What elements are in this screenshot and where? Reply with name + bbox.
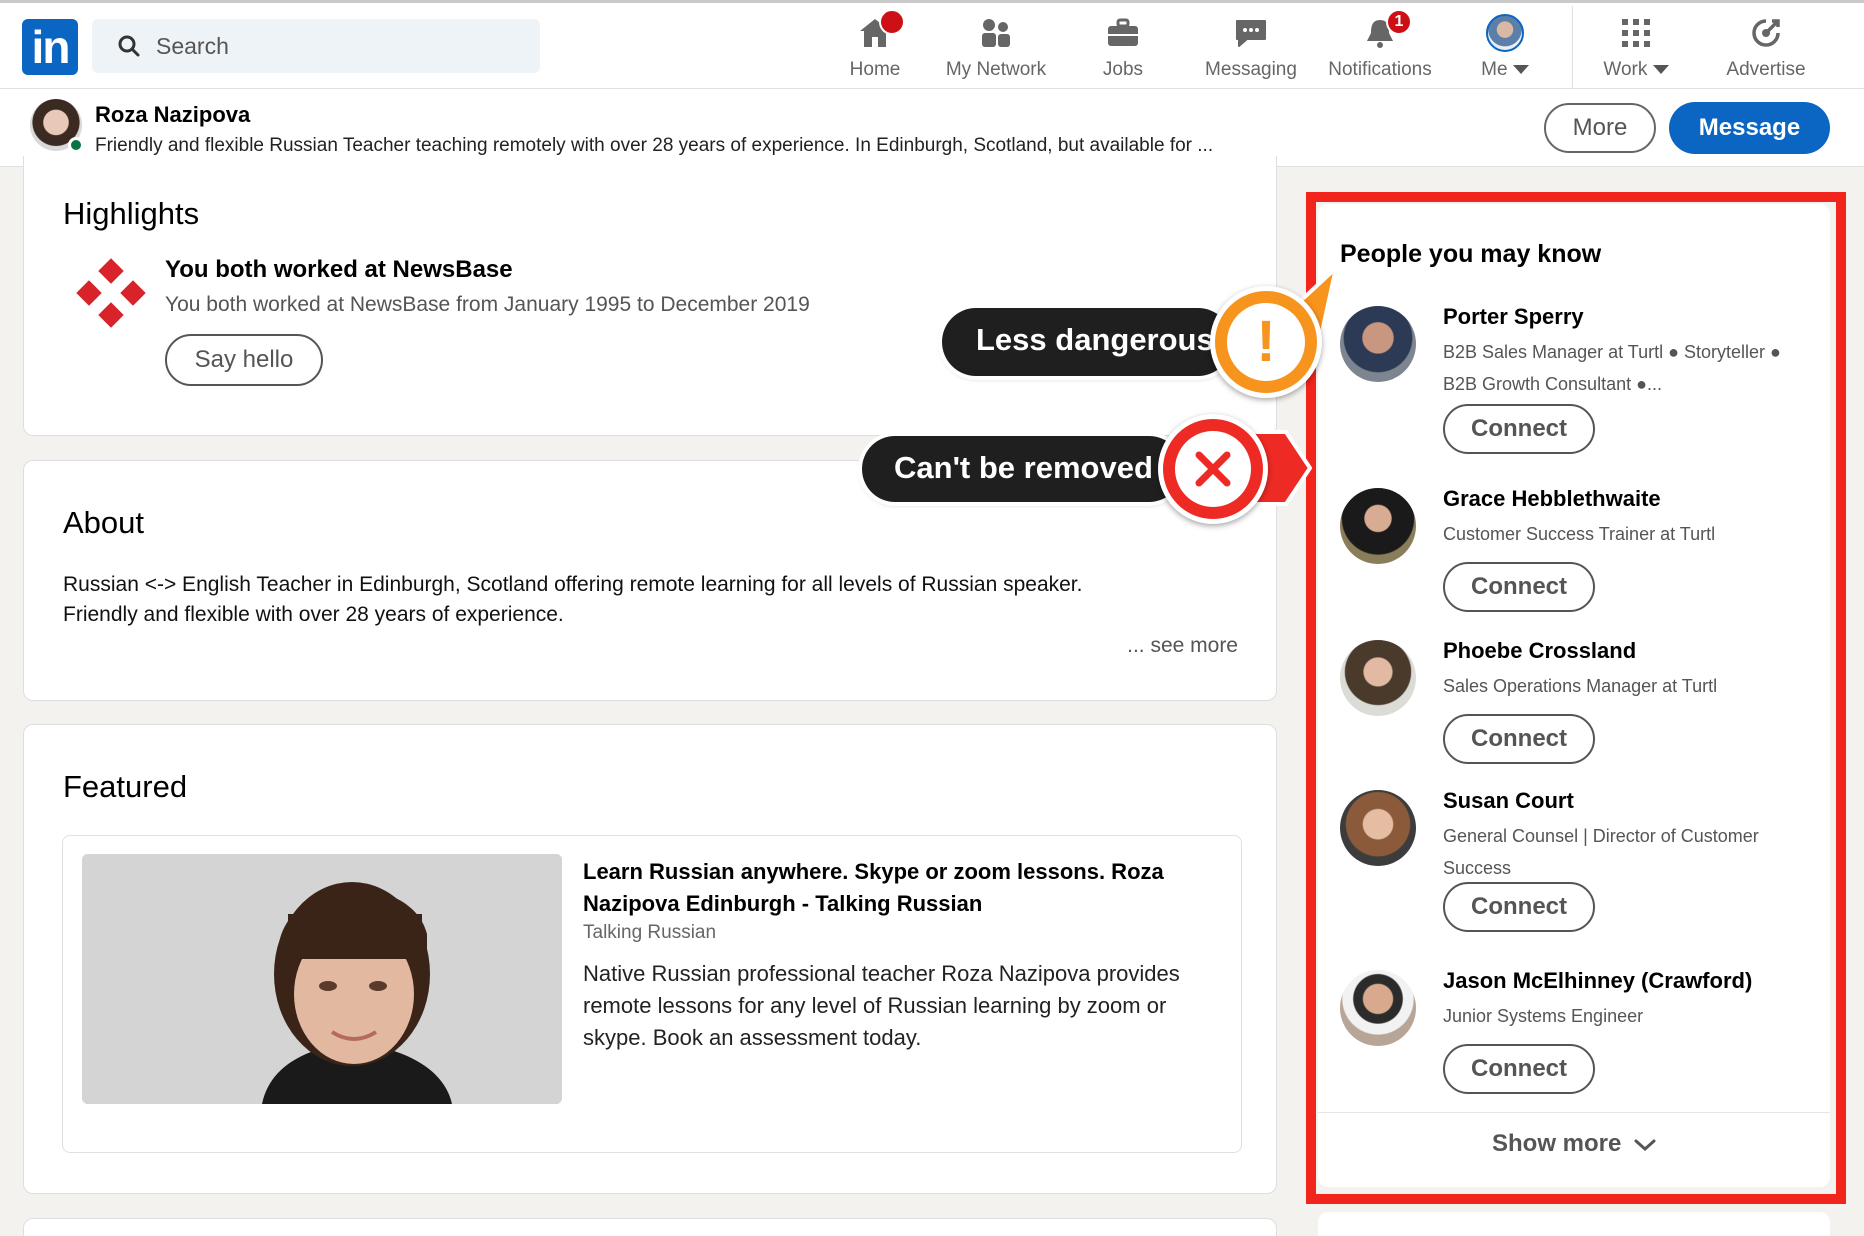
messaging-icon [1236,20,1266,47]
featured-card: Featured Learn Russian anywhere. Skype o… [23,724,1277,1194]
nav-messaging[interactable]: Messaging [1200,11,1302,87]
close-icon [1158,414,1268,524]
highlight-frame [1306,192,1846,1204]
next-sidebar-card [1318,1212,1830,1236]
online-status-dot [68,137,84,153]
about-line: Friendly and flexible with over 28 years… [63,603,564,626]
about-text: Russian <-> English Teacher in Edinburgh… [63,570,1263,630]
featured-item[interactable]: Learn Russian anywhere. Skype or zoom le… [62,835,1242,1153]
profile-headline: Friendly and flexible Russian Teacher te… [95,135,1214,156]
nav-label: My Network [945,59,1047,80]
featured-title[interactable]: Learn Russian anywhere. Skype or zoom le… [583,856,1223,920]
featured-image [82,854,562,1104]
nav-home[interactable]: Home [835,9,915,87]
about-line: Russian <-> English Teacher in Edinburgh… [63,573,1083,596]
say-hello-button[interactable]: Say hello [165,334,323,386]
grid-icon [1622,19,1650,47]
nav-work[interactable]: Work [1596,11,1676,87]
network-icon [982,19,1010,47]
featured-description: Native Russian professional teacher Roza… [583,961,1180,1050]
chevron-down-icon [1512,65,1529,75]
more-button[interactable]: More [1544,103,1656,153]
next-card [23,1218,1277,1236]
nav-label: Advertise [1726,59,1806,80]
nav-jobs[interactable]: Jobs [1083,11,1163,87]
nav-me[interactable]: Me [1470,11,1540,87]
search-icon [118,35,140,57]
see-more-link[interactable]: ... see more [1127,634,1238,658]
nav-label: Home [849,59,901,80]
search-input[interactable] [156,19,516,73]
warning-callout-label: Less dangerous [976,322,1214,357]
nav-advertise[interactable]: Advertise [1716,11,1816,87]
highlight-subtitle: You both worked at NewsBase from January… [165,293,810,316]
newsbase-logo [76,258,146,328]
nav-label: Me [1481,59,1508,80]
section-title: About [63,505,145,540]
error-callout: Can't be removed [862,436,1182,502]
top-navigation: in Home My Network Jobs Messaging 1 Noti… [0,0,1864,89]
advertise-icon [1752,19,1780,47]
warning-icon: ! [1210,286,1322,398]
nav-label: Work [1603,59,1648,80]
warning-callout: Less dangerous [942,308,1232,376]
error-callout-label: Can't be removed [894,450,1153,485]
search-box[interactable] [92,19,540,73]
portrait-illustration [82,854,562,1104]
section-title: Highlights [63,196,200,231]
section-title: Featured [63,769,188,804]
notification-count: 1 [1386,9,1412,35]
nav-label: Jobs [1102,59,1144,80]
featured-source: Talking Russian [583,922,717,943]
linkedin-logo[interactable]: in [22,19,78,75]
nav-label: Notifications [1328,59,1432,80]
nav-notifications[interactable]: 1 Notifications [1320,9,1440,87]
nav-divider [1572,6,1573,88]
briefcase-icon [1108,18,1138,46]
profile-name: Roza Nazipova [95,102,251,127]
avatar [1486,14,1524,52]
nav-my-network[interactable]: My Network [940,11,1052,87]
notification-dot [879,9,905,35]
highlights-card: Highlights You both worked at NewsBase Y… [23,156,1277,436]
nav-label: Messaging [1205,59,1297,80]
chevron-down-icon [1652,65,1669,75]
highlight-title: You both worked at NewsBase [165,256,513,283]
message-button[interactable]: Message [1669,102,1830,154]
